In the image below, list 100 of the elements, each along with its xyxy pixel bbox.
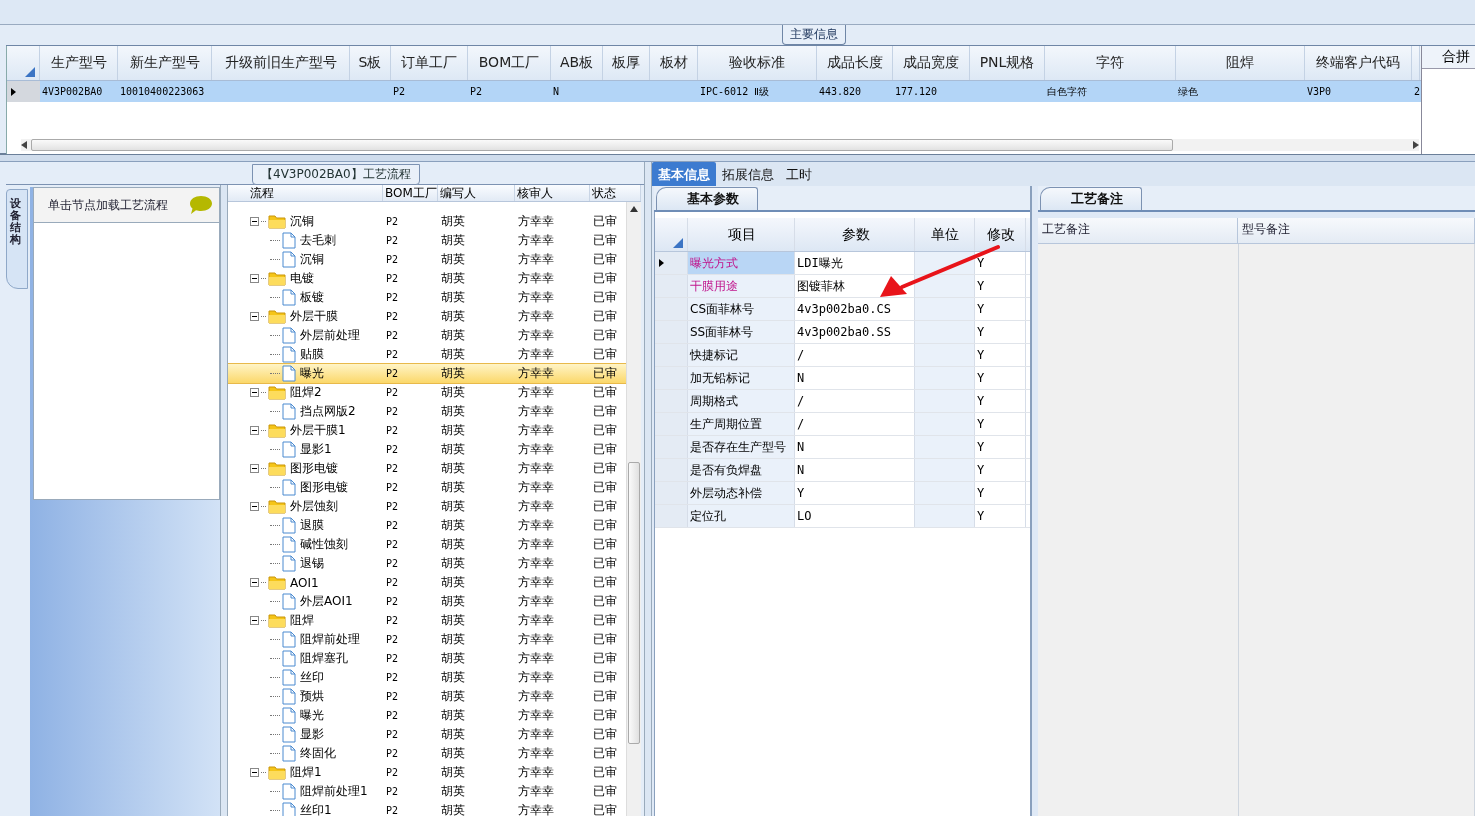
column-header[interactable]: AB板 (551, 46, 603, 80)
column-header[interactable]: 项目 (688, 218, 795, 251)
table-row[interactable]: 干膜用途 图镀菲林 Y (655, 275, 1030, 298)
tree-row[interactable]: 显影 P2 胡英 方幸幸 已审 (228, 725, 626, 744)
tree-row[interactable]: 去毛刺 P2 胡英 方幸幸 已审 (228, 231, 626, 250)
tree-row[interactable]: 碱性蚀刻 P2 胡英 方幸幸 已审 (228, 535, 626, 554)
column-header[interactable]: 核审人 (515, 185, 590, 201)
tab[interactable]: 基本参数 (656, 187, 758, 210)
document-icon (282, 346, 296, 363)
column-header[interactable]: 阻焊 (1176, 46, 1305, 80)
tree-row[interactable]: 终固化 P2 胡英 方幸幸 已审 (228, 744, 626, 763)
tree-row[interactable]: 沉铜 P2 胡英 方幸幸 已审 (228, 250, 626, 269)
tree-row[interactable]: 外层前处理 P2 胡英 方幸幸 已审 (228, 326, 626, 345)
table-cell-text: 方幸幸 (517, 422, 555, 439)
table-row[interactable]: CS面菲林号 4v3p002ba0.CS Y (655, 298, 1030, 321)
collapse-toggle[interactable] (250, 274, 259, 283)
column-header[interactable]: 编写人 (438, 185, 515, 201)
vertical-scrollbar[interactable] (626, 202, 641, 816)
splitter-handle[interactable] (220, 185, 228, 816)
tree-row[interactable]: 阻焊前处理1 P2 胡英 方幸幸 已审 (228, 782, 626, 801)
tree-row[interactable]: 曝光 P2 胡英 方幸幸 已审 (228, 706, 626, 725)
tree-row[interactable]: 图形电镀 P2 胡英 方幸幸 已审 (228, 459, 626, 478)
column-header[interactable]: 终端客户代码 (1305, 46, 1412, 80)
tab[interactable]: 工艺备注 (1040, 187, 1142, 210)
tree-row[interactable]: 丝印 P2 胡英 方幸幸 已审 (228, 668, 626, 687)
tree-row[interactable]: 外层干膜 P2 胡英 方幸幸 已审 (228, 307, 626, 326)
column-header[interactable]: 修改 (975, 218, 1026, 251)
column-header[interactable]: BOM工厂 (383, 185, 438, 201)
collapse-toggle[interactable] (250, 312, 259, 321)
column-header[interactable]: 升级前旧生产型号 (212, 46, 350, 80)
tree-row[interactable]: 退膜 P2 胡英 方幸幸 已审 (228, 516, 626, 535)
column-header[interactable]: 合拼 (1422, 46, 1475, 69)
tree-row[interactable]: 阻焊前处理 P2 胡英 方幸幸 已审 (228, 630, 626, 649)
column-header[interactable]: 参数 (795, 218, 915, 251)
scroll-right-icon[interactable] (1413, 141, 1419, 149)
collapse-toggle[interactable] (250, 616, 259, 625)
table-row[interactable]: 曝光方式 LDI曝光 Y (655, 252, 1030, 275)
tree-row[interactable]: 显影1 P2 胡英 方幸幸 已审 (228, 440, 626, 459)
tree-row[interactable]: 退锡 P2 胡英 方幸幸 已审 (228, 554, 626, 573)
collapse-toggle[interactable] (250, 502, 259, 511)
column-header[interactable]: 单位 (915, 218, 975, 251)
table-row[interactable]: 生产周期位置 / Y (655, 413, 1030, 436)
column-header[interactable]: 生产型号 (40, 46, 118, 80)
column-header[interactable]: PNL规格 (970, 46, 1045, 80)
tree-row[interactable]: 丝印1 P2 胡英 方幸幸 已审 (228, 801, 626, 816)
tree-row[interactable]: 贴膜 P2 胡英 方幸幸 已审 (228, 345, 626, 364)
table-row[interactable]: 4V3P002BA0 10010400223063 P2 P2 N IPC-6012 Ⅱ级 443.820 177.120 白色字符 绿色 V3P0 2 (7, 81, 1421, 102)
column-header[interactable]: 验收标准 (698, 46, 817, 80)
table-row[interactable]: SS面菲林号 4v3p002ba0.SS Y (655, 321, 1030, 344)
table-row[interactable]: 定位孔 LO Y (655, 505, 1030, 528)
horizontal-scrollbar[interactable] (21, 139, 1419, 151)
column-header[interactable]: S板 (350, 46, 391, 80)
tree-row[interactable]: 阻焊塞孔 P2 胡英 方幸幸 已审 (228, 649, 626, 668)
table-row[interactable]: 是否存在生产型号 N Y (655, 436, 1030, 459)
tree-row[interactable]: 外层AOI1 P2 胡英 方幸幸 已审 (228, 592, 626, 611)
tree-row[interactable]: 板镀 P2 胡英 方幸幸 已审 (228, 288, 626, 307)
tree-row[interactable]: 沉铜 P2 胡英 方幸幸 已审 (228, 212, 626, 231)
tree-row[interactable]: AOI1 P2 胡英 方幸幸 已审 (228, 573, 626, 592)
tree-row[interactable]: 阻焊2 P2 胡英 方幸幸 已审 (228, 383, 626, 402)
column-header[interactable]: 订单工厂 (391, 46, 468, 80)
table-row[interactable]: 是否有负焊盘 N Y (655, 459, 1030, 482)
column-header[interactable]: 成品宽度 (893, 46, 970, 80)
column-header[interactable]: 型号备注 (1238, 218, 1475, 243)
scroll-left-icon[interactable] (21, 141, 27, 149)
table-row[interactable]: 快捷标记 / Y (655, 344, 1030, 367)
scroll-up-icon[interactable] (630, 206, 638, 212)
collapse-toggle[interactable] (250, 426, 259, 435)
column-header[interactable]: 工艺备注 (1038, 218, 1238, 243)
column-header[interactable]: 状态 (590, 185, 641, 201)
splitter-handle[interactable] (0, 155, 1475, 162)
column-header[interactable]: 成品长度 (817, 46, 893, 80)
tree-row[interactable]: 外层干膜1 P2 胡英 方幸幸 已审 (228, 421, 626, 440)
tree-row[interactable]: 外层蚀刻 P2 胡英 方幸幸 已审 (228, 497, 626, 516)
tree-row[interactable]: 阻焊 P2 胡英 方幸幸 已审 (228, 611, 626, 630)
tab[interactable]: 基本信息 (652, 162, 716, 186)
splitter-handle[interactable] (644, 162, 652, 816)
collapse-toggle[interactable] (250, 578, 259, 587)
column-header[interactable]: 字符 (1045, 46, 1176, 80)
tree-row[interactable]: 曝光 P2 胡英 方幸幸 已审 (228, 364, 626, 383)
collapse-toggle[interactable] (250, 388, 259, 397)
tree-row[interactable]: 阻焊1 P2 胡英 方幸幸 已审 (228, 763, 626, 782)
tree-row[interactable]: 电镀 P2 胡英 方幸幸 已审 (228, 269, 626, 288)
table-row[interactable]: 加无铅标记 N Y (655, 367, 1030, 390)
column-header[interactable]: 板材 (650, 46, 698, 80)
side-tab[interactable]: 设备结构 (6, 189, 28, 289)
collapse-toggle[interactable] (250, 464, 259, 473)
tab[interactable]: 工时 (780, 162, 818, 186)
tree-row[interactable]: 图形电镀 P2 胡英 方幸幸 已审 (228, 478, 626, 497)
table-row[interactable]: 外层动态补偿 Y Y (655, 482, 1030, 505)
table-cell: 曝光方式 (688, 252, 795, 274)
tab[interactable]: 拓展信息 (716, 162, 780, 186)
column-header[interactable]: 流程 (228, 185, 383, 201)
collapse-toggle[interactable] (250, 768, 259, 777)
tree-row[interactable]: 挡点网版2 P2 胡英 方幸幸 已审 (228, 402, 626, 421)
table-row[interactable]: 周期格式 / Y (655, 390, 1030, 413)
tree-row[interactable]: 预烘 P2 胡英 方幸幸 已审 (228, 687, 626, 706)
column-header[interactable]: 板厚 (603, 46, 650, 80)
column-header[interactable]: BOM工厂 (468, 46, 551, 80)
collapse-toggle[interactable] (250, 217, 259, 226)
column-header[interactable]: 新生产型号 (118, 46, 212, 80)
